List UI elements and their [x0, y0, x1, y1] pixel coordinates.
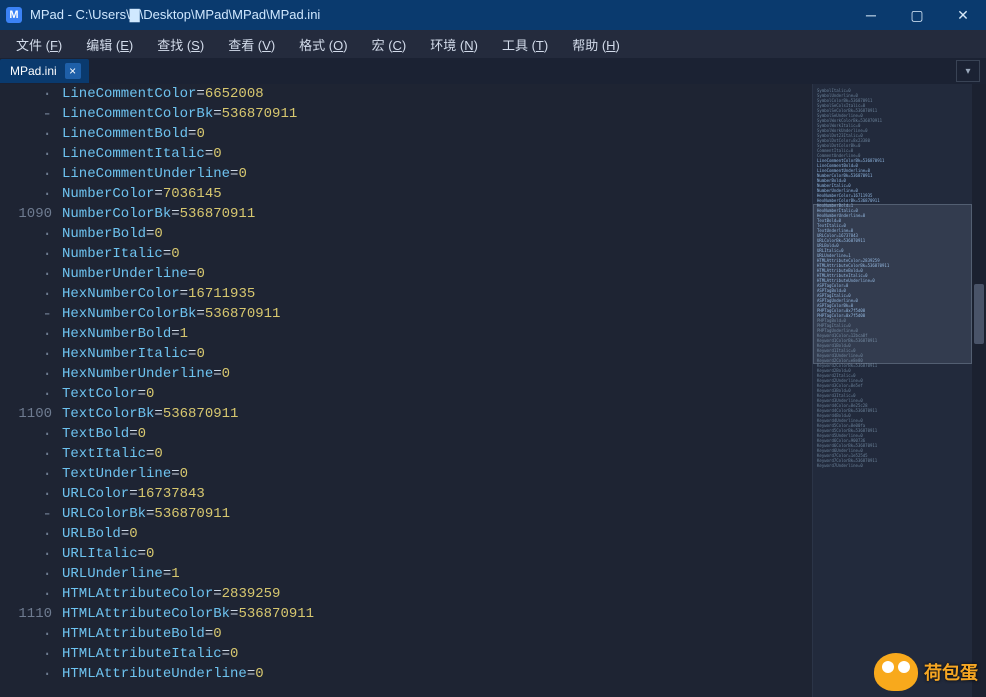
code-line[interactable]: NumberBold=0 [62, 224, 812, 244]
main-area: ·-····1090····-····1100····-····1110··· … [0, 84, 986, 697]
menu-item-f[interactable]: 文件 (F) [4, 32, 74, 57]
close-button[interactable]: ✕ [940, 0, 986, 30]
gutter-mark: · [0, 344, 52, 364]
gutter-mark: · [0, 624, 52, 644]
gutter-mark: - [0, 104, 52, 124]
gutter-mark: · [0, 464, 52, 484]
gutter-mark: · [0, 584, 52, 604]
code-line[interactable]: NumberColorBk=536870911 [62, 204, 812, 224]
code-line[interactable]: URLUnderline=1 [62, 564, 812, 584]
menu-item-n[interactable]: 环境 (N) [418, 32, 490, 57]
menu-item-o[interactable]: 格式 (O) [287, 32, 359, 57]
gutter-mark: · [0, 364, 52, 384]
code-line[interactable]: LineCommentUnderline=0 [62, 164, 812, 184]
gutter-mark: · [0, 164, 52, 184]
code-line[interactable]: HTMLAttributeColor=2839259 [62, 584, 812, 604]
gutter-mark: · [0, 564, 52, 584]
gutter-mark: · [0, 264, 52, 284]
code-line[interactable]: URLColor=16737843 [62, 484, 812, 504]
maximize-button[interactable]: ▢ [894, 0, 940, 30]
gutter-mark: · [0, 644, 52, 664]
tab-label: MPad.ini [10, 64, 57, 78]
vertical-scrollbar[interactable] [972, 84, 986, 697]
code-line[interactable]: LineCommentBold=0 [62, 124, 812, 144]
gutter-mark: · [0, 324, 52, 344]
application-window: M MPad - C:\Users\▇\Desktop\MPad\MPad\MP… [0, 0, 986, 697]
code-line[interactable]: URLColorBk=536870911 [62, 504, 812, 524]
gutter-mark: · [0, 544, 52, 564]
code-line[interactable]: NumberItalic=0 [62, 244, 812, 264]
menu-item-h[interactable]: 帮助 (H) [560, 32, 632, 57]
gutter-mark: · [0, 484, 52, 504]
menu-item-e[interactable]: 编辑 (E) [74, 32, 145, 57]
code-line[interactable]: LineCommentColor=6652008 [62, 84, 812, 104]
tab-active[interactable]: MPad.ini × [0, 59, 89, 83]
gutter-mark: · [0, 424, 52, 444]
gutter-mark: · [0, 444, 52, 464]
code-line[interactable]: TextUnderline=0 [62, 464, 812, 484]
menubar: 文件 (F)编辑 (E)查找 (S)查看 (V)格式 (O)宏 (C)环境 (N… [0, 30, 986, 58]
menu-item-t[interactable]: 工具 (T) [490, 32, 560, 57]
minimap-line: Keyword7Underline=0 [817, 463, 968, 468]
minimap[interactable]: SymbolItalic=0SymbolUnderline=0SymbolCol… [812, 84, 972, 697]
code-line[interactable]: URLBold=0 [62, 524, 812, 544]
tab-close-button[interactable]: × [65, 63, 81, 79]
code-line[interactable]: HTMLAttributeColorBk=536870911 [62, 604, 812, 624]
gutter-mark: · [0, 184, 52, 204]
menu-item-s[interactable]: 查找 (S) [145, 32, 216, 57]
code-line[interactable]: LineCommentColorBk=536870911 [62, 104, 812, 124]
code-line[interactable]: HexNumberColor=16711935 [62, 284, 812, 304]
code-line[interactable]: HexNumberBold=1 [62, 324, 812, 344]
gutter-mark: 1090 [0, 204, 52, 224]
code-line[interactable]: HexNumberItalic=0 [62, 344, 812, 364]
tab-overflow-button[interactable]: ▾ [956, 60, 980, 82]
code-line[interactable]: HTMLAttributeUnderline=0 [62, 664, 812, 684]
gutter-mark: · [0, 664, 52, 684]
titlebar[interactable]: M MPad - C:\Users\▇\Desktop\MPad\MPad\MP… [0, 0, 986, 30]
code-line[interactable]: TextColorBk=536870911 [62, 404, 812, 424]
code-area[interactable]: LineCommentColor=6652008LineCommentColor… [62, 84, 812, 697]
code-line[interactable]: TextBold=0 [62, 424, 812, 444]
gutter-mark: · [0, 144, 52, 164]
editor[interactable]: ·-····1090····-····1100····-····1110··· … [0, 84, 812, 697]
scrollbar-thumb[interactable] [974, 284, 984, 344]
gutter-mark: · [0, 244, 52, 264]
code-line[interactable]: NumberColor=7036145 [62, 184, 812, 204]
code-line[interactable]: HTMLAttributeItalic=0 [62, 644, 812, 664]
gutter-mark: · [0, 124, 52, 144]
code-line[interactable]: URLItalic=0 [62, 544, 812, 564]
gutter-mark: · [0, 384, 52, 404]
gutter-mark: · [0, 284, 52, 304]
tabbar: MPad.ini × ▾ [0, 58, 986, 84]
menu-item-c[interactable]: 宏 (C) [360, 32, 419, 57]
app-icon: M [6, 7, 22, 23]
gutter-mark: - [0, 504, 52, 524]
gutter-mark: - [0, 304, 52, 324]
window-title: MPad - C:\Users\▇\Desktop\MPad\MPad\MPad… [30, 7, 848, 23]
minimize-button[interactable]: ─ [848, 0, 894, 30]
code-line[interactable]: NumberUnderline=0 [62, 264, 812, 284]
gutter-mark: · [0, 224, 52, 244]
code-line[interactable]: HTMLAttributeBold=0 [62, 624, 812, 644]
code-line[interactable]: HexNumberColorBk=536870911 [62, 304, 812, 324]
code-line[interactable]: TextColor=0 [62, 384, 812, 404]
menu-item-v[interactable]: 查看 (V) [216, 32, 287, 57]
gutter-mark: 1100 [0, 404, 52, 424]
minimap-viewport[interactable] [813, 204, 972, 364]
gutter-mark: · [0, 84, 52, 104]
code-line[interactable]: HexNumberUnderline=0 [62, 364, 812, 384]
line-number-gutter: ·-····1090····-····1100····-····1110··· [0, 84, 62, 697]
gutter-mark: 1110 [0, 604, 52, 624]
code-line[interactable]: TextItalic=0 [62, 444, 812, 464]
code-line[interactable]: LineCommentItalic=0 [62, 144, 812, 164]
gutter-mark: · [0, 524, 52, 544]
